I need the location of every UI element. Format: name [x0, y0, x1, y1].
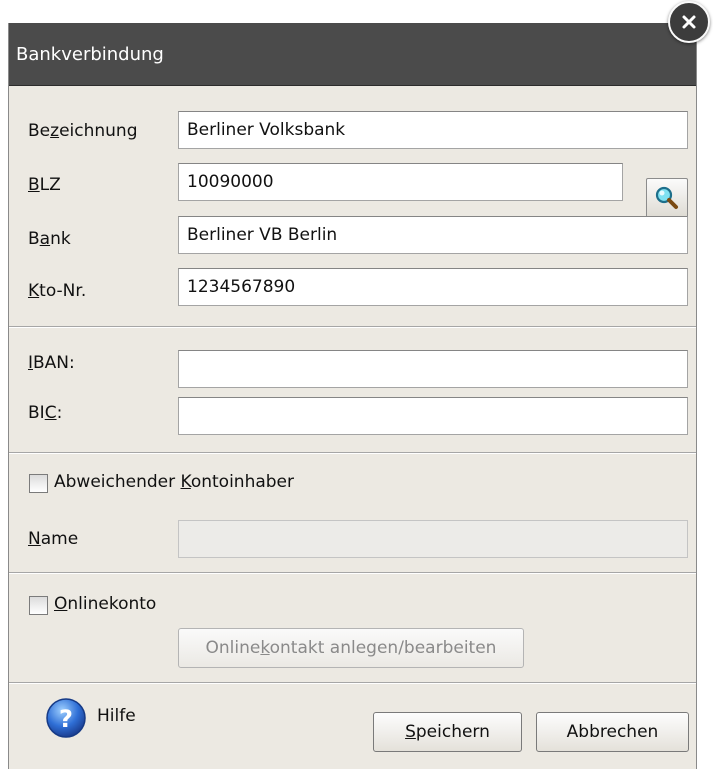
bic-label: BIC:: [28, 403, 63, 423]
bank-connection-dialog: Bankverbindung Bezeichnung Berliner Volk…: [8, 23, 697, 769]
bic-field[interactable]: [178, 397, 688, 435]
kto-field[interactable]: 1234567890: [178, 268, 688, 306]
blz-label: BLZ: [28, 175, 61, 195]
different-holder-checkbox[interactable]: [29, 474, 48, 493]
dialog-titlebar: Bankverbindung: [9, 23, 696, 86]
iban-label: IBAN:: [28, 353, 75, 373]
bank-search-button[interactable]: [646, 178, 688, 218]
close-button[interactable]: [668, 1, 710, 43]
separator: [9, 572, 696, 574]
svg-text:?: ?: [59, 705, 73, 733]
bezeichnung-label: Bezeichnung: [28, 121, 138, 141]
cancel-button[interactable]: Abbrechen: [536, 712, 689, 752]
online-account-checkbox[interactable]: [29, 596, 48, 615]
bank-field[interactable]: Berliner VB Berlin: [178, 216, 688, 254]
name-field[interactable]: [178, 520, 688, 558]
help-icon[interactable]: ?: [44, 696, 88, 740]
magnifier-icon: [655, 186, 678, 209]
close-icon: [682, 15, 696, 29]
separator: [9, 452, 696, 454]
separator: [9, 682, 696, 684]
dialog-title: Bankverbindung: [16, 44, 164, 65]
online-contact-button[interactable]: Onlinekontakt anlegen/bearbeiten: [178, 628, 524, 668]
bezeichnung-field[interactable]: Berliner Volksbank: [178, 111, 688, 149]
kto-label: Kto-Nr.: [28, 281, 87, 301]
online-account-label: Onlinekonto: [54, 594, 157, 614]
blz-field[interactable]: 10090000: [178, 163, 623, 201]
bank-label: Bank: [28, 229, 71, 249]
save-button[interactable]: Speichern: [373, 712, 522, 752]
separator: [9, 326, 696, 328]
name-label: Name: [28, 529, 79, 549]
help-label[interactable]: Hilfe: [97, 706, 136, 726]
iban-field[interactable]: [178, 350, 688, 388]
different-holder-label: Abweichender Kontoinhaber: [54, 472, 294, 492]
